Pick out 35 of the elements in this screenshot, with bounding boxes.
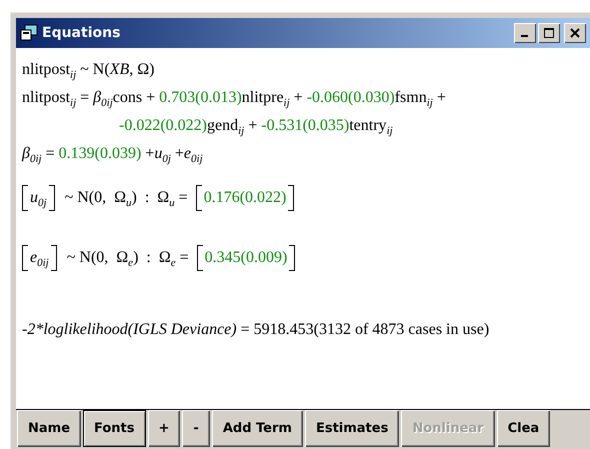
toolbar-button[interactable]: Fonts [83,410,146,447]
equation-term: nlitpost$_{ij}$ ~ N(XB, Ω) [22,61,154,79]
maximize-button[interactable] [538,23,560,43]
equation-term: -2*loglikelihood(IGLS Deviance) [22,321,237,339]
equation-term: = 5918.453(3132 of 4873 cases in use) [240,321,490,339]
close-icon [570,28,580,38]
window-title: Equations [42,25,122,41]
equation-term: β$_{0ij}$ = [22,145,56,163]
toolbar-button[interactable]: Add Term [212,410,303,447]
estimate-value: -0.531(0.035) [261,117,350,135]
toolbar-button[interactable]: Estimates [304,410,400,447]
toolbar-button[interactable]: Name [17,410,82,447]
estimate-matrix: 0.345(0.009) [196,245,296,271]
equation-term: ~ N(0, Ω$_{e}$) : Ω$_{e}$ = [66,249,189,267]
close-button[interactable] [564,23,586,43]
window-icon [20,24,38,42]
equation-term: nlitpost$_{ij}$ = β$_{0ij}$cons + [22,89,156,107]
equation-term: tentry$_{ij}$ [349,117,393,135]
toolbar-button[interactable]: + [148,410,180,447]
estimate-value: 0.703(0.013) [159,89,242,107]
estimate-value: -0.060(0.030) [306,89,395,107]
equation-term: ~ N(0, Ω$_{u}$) : Ω$_{u}$ = [64,189,188,207]
estimate-value: -0.022(0.022) [119,117,207,135]
minimize-button[interactable] [514,23,536,43]
equation-term: +u$_{0j}$ +e$_{0ij}$ [144,145,203,163]
matrix-vector: u$_{0j}$ [22,185,55,211]
equation-term: gend$_{ij}$ + [206,117,258,135]
estimate-matrix: 0.176(0.022) [196,185,294,211]
matrix-vector: e$_{0ij}$ [22,245,57,271]
estimate-value: 0.139(0.039) [58,145,142,163]
maximize-icon [544,28,554,38]
equation-term: fsmn$_{ij}$ + [394,89,446,107]
equation-term: nlitpre$_{ij}$ + [242,89,304,107]
toolbar-button[interactable]: Clea [496,410,550,447]
toolbar-button[interactable]: - [182,410,210,447]
